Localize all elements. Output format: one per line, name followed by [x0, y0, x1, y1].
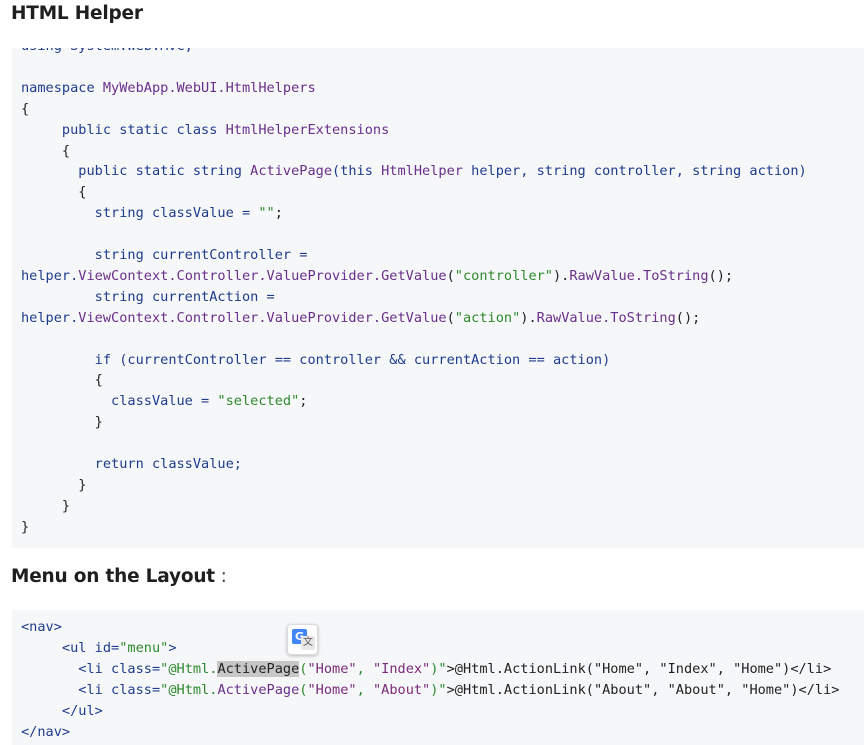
- code-token: HtmlHelperExtensions: [225, 121, 390, 138]
- code-line: string classValue = "";: [21, 203, 283, 224]
- code-token: using System.Web.Mvc;: [21, 48, 193, 54]
- code-line: return classValue;: [21, 454, 242, 475]
- code-line: }: [21, 412, 103, 433]
- code-token: public static class: [21, 121, 226, 138]
- code-token: {: [21, 184, 87, 201]
- code-token: helper.: [21, 267, 79, 284]
- code-token: RawValue.ToString: [536, 309, 676, 326]
- code-token: >: [168, 640, 177, 656]
- code-line: classValue = "selected";: [21, 391, 307, 412]
- code-token: <li class=: [21, 682, 161, 698]
- code-token: (this: [332, 163, 382, 180]
- code-token: ,: [356, 682, 373, 698]
- code-token: <ul id=: [21, 640, 120, 656]
- code-line: using System.Web.Mvc;: [21, 48, 193, 57]
- code-token: }: [21, 476, 87, 493]
- code-line: <ul id="menu">: [21, 638, 177, 659]
- code-token: "": [258, 205, 275, 222]
- code-token: string classValue =: [21, 205, 259, 222]
- code-line: {: [21, 370, 103, 391]
- code-token: "Home": [307, 661, 357, 677]
- code-token: (: [446, 309, 455, 326]
- code-token: }: [21, 518, 30, 535]
- code-line: string currentAction =: [21, 287, 275, 308]
- code-token: ActivePage: [217, 661, 300, 677]
- code-line: public static class HtmlHelperExtensions: [21, 120, 389, 141]
- code-line: }: [21, 517, 29, 538]
- code-token: ,: [356, 661, 373, 677]
- heading-html-helper: HTML Helper: [11, 3, 143, 24]
- code-token: RawValue.ToString: [569, 267, 709, 284]
- code-token: <nav>: [21, 619, 62, 635]
- code-token: ActivePage: [250, 163, 332, 180]
- code-token: }: [21, 497, 71, 514]
- code-token: )": [430, 682, 447, 698]
- code-line: public static string ActivePage(this Htm…: [21, 161, 807, 182]
- code-token: {: [21, 142, 71, 159]
- code-block-html-helper[interactable]: using System.Web.Mvc; namespace MyWebApp.…: [12, 48, 864, 548]
- code-token: helper.: [21, 309, 79, 326]
- code-line: </nav>: [21, 722, 70, 743]
- code-token: >@Html.ActionLink("About", "About", "Hom…: [446, 682, 840, 698]
- code-line: <nav>: [21, 617, 62, 638]
- heading-menu-on-layout-text: Menu on the Layout: [11, 566, 215, 587]
- code-line: }: [21, 496, 70, 517]
- code-token: "@Html.: [160, 661, 218, 677]
- code-token: )": [430, 661, 447, 677]
- google-translate-icon[interactable]: G 文: [287, 624, 318, 655]
- code-token: "@Html.: [160, 682, 218, 698]
- code-token: ;: [299, 393, 308, 410]
- code-token: <li class=: [21, 661, 161, 677]
- code-token: </ul>: [21, 703, 103, 719]
- code-token: {: [21, 100, 30, 117]
- code-line: <li class="@Html.ActivePage("Home", "Ind…: [21, 659, 831, 680]
- translate-x-glyph: 文: [301, 636, 315, 650]
- code-token: public static string: [21, 163, 251, 180]
- code-line: }: [21, 475, 86, 496]
- code-token: </nav>: [21, 724, 71, 740]
- code-line: {: [21, 141, 70, 162]
- code-line: helper.ViewContext.Controller.ValueProvi…: [21, 266, 733, 287]
- code-token: MyWebApp.WebUI.HtmlHelpers: [102, 79, 316, 96]
- code-token: "menu": [119, 640, 169, 656]
- code-token: namespace: [21, 79, 103, 96]
- code-token: >@Html.ActionLink("Home", "Index", "Home…: [446, 661, 832, 677]
- heading-menu-on-layout-suffix: :: [214, 566, 227, 587]
- code-token: "Home": [307, 682, 357, 698]
- code-token: ).: [520, 309, 537, 326]
- code-token: ();: [708, 267, 734, 284]
- code-token: ViewContext.Controller.ValueProvider.Get…: [78, 309, 447, 326]
- code-token: ;: [274, 205, 283, 222]
- code-token: ActivePage: [217, 682, 300, 698]
- code-token: (: [446, 267, 455, 284]
- code-line: namespace MyWebApp.WebUI.HtmlHelpers: [21, 78, 316, 99]
- code-token: ).: [553, 267, 570, 284]
- code-token: {: [21, 372, 103, 389]
- code-token: ();: [675, 309, 701, 326]
- code-token: "Index": [372, 661, 431, 677]
- code-line: <li class="@Html.ActivePage("Home", "Abo…: [21, 680, 839, 701]
- code-line: if (currentController == controller && c…: [21, 350, 611, 371]
- code-line: {: [21, 182, 86, 203]
- code-token: HtmlHelper: [381, 163, 463, 180]
- code-token: if (currentController == controller && c…: [21, 351, 611, 368]
- code-token: string currentController =: [21, 247, 308, 263]
- code-line: helper.ViewContext.Controller.ValueProvi…: [21, 308, 700, 329]
- code-token: helper, string controller, string action…: [462, 163, 807, 180]
- code-token: "About": [372, 682, 431, 698]
- code-token: "controller": [454, 267, 553, 284]
- code-token: string currentAction =: [21, 288, 275, 305]
- code-token: "action": [454, 309, 521, 326]
- code-token: "selected": [217, 393, 300, 410]
- code-block-menu-layout[interactable]: <nav> <ul id="menu"> <li class="@Html.Ac…: [12, 610, 864, 745]
- code-line: {: [21, 99, 29, 120]
- code-token: classValue =: [21, 393, 218, 410]
- code-token: ViewContext.Controller.ValueProvider.Get…: [78, 267, 447, 284]
- code-token: return classValue;: [21, 456, 242, 472]
- code-line: </ul>: [21, 701, 103, 722]
- code-token: }: [21, 414, 103, 431]
- heading-menu-on-layout: Menu on the Layout :: [11, 566, 227, 587]
- code-line: string currentController =: [21, 245, 308, 266]
